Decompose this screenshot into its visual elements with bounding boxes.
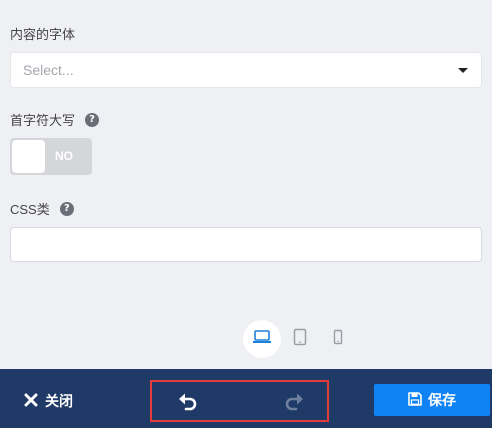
css-class-input[interactable] xyxy=(10,227,482,262)
undo-icon xyxy=(177,393,199,416)
close-button[interactable]: 关闭 xyxy=(24,391,73,411)
capitalize-label-text: 首字符大写 xyxy=(10,113,76,128)
font-label-text: 内容的字体 xyxy=(10,27,76,42)
mobile-view-button[interactable] xyxy=(319,320,357,358)
undo-button[interactable] xyxy=(177,390,199,417)
capitalize-field-label: 首字符大写 ? xyxy=(10,110,100,129)
tablet-icon xyxy=(293,328,307,351)
font-select-placeholder: Select... xyxy=(23,62,74,78)
tablet-view-button[interactable] xyxy=(281,320,319,358)
help-icon[interactable]: ? xyxy=(85,112,100,127)
device-toggle xyxy=(243,319,357,359)
redo-icon xyxy=(283,393,305,416)
desktop-icon xyxy=(252,329,272,350)
chevron-down-icon xyxy=(458,68,468,73)
font-select[interactable]: Select... xyxy=(10,52,482,88)
history-controls xyxy=(150,380,329,422)
capitalize-toggle[interactable]: NO xyxy=(10,138,92,175)
redo-button[interactable] xyxy=(283,390,305,417)
save-label: 保存 xyxy=(428,392,456,408)
help-icon[interactable]: ? xyxy=(59,201,74,216)
footer-bar: 关闭 保存 xyxy=(0,369,492,428)
toggle-state-text: NO xyxy=(55,149,73,163)
mobile-icon xyxy=(333,329,343,350)
toggle-knob xyxy=(12,140,45,173)
close-icon xyxy=(24,393,38,410)
close-label: 关闭 xyxy=(45,393,73,409)
css-class-field-label: CSS类 ? xyxy=(10,199,74,218)
desktop-view-button[interactable] xyxy=(243,320,281,358)
font-field-label: 内容的字体 xyxy=(10,24,75,43)
css-class-label-text: CSS类 xyxy=(10,202,50,217)
save-button[interactable]: 保存 xyxy=(374,384,490,416)
floppy-disk-icon xyxy=(408,391,422,409)
